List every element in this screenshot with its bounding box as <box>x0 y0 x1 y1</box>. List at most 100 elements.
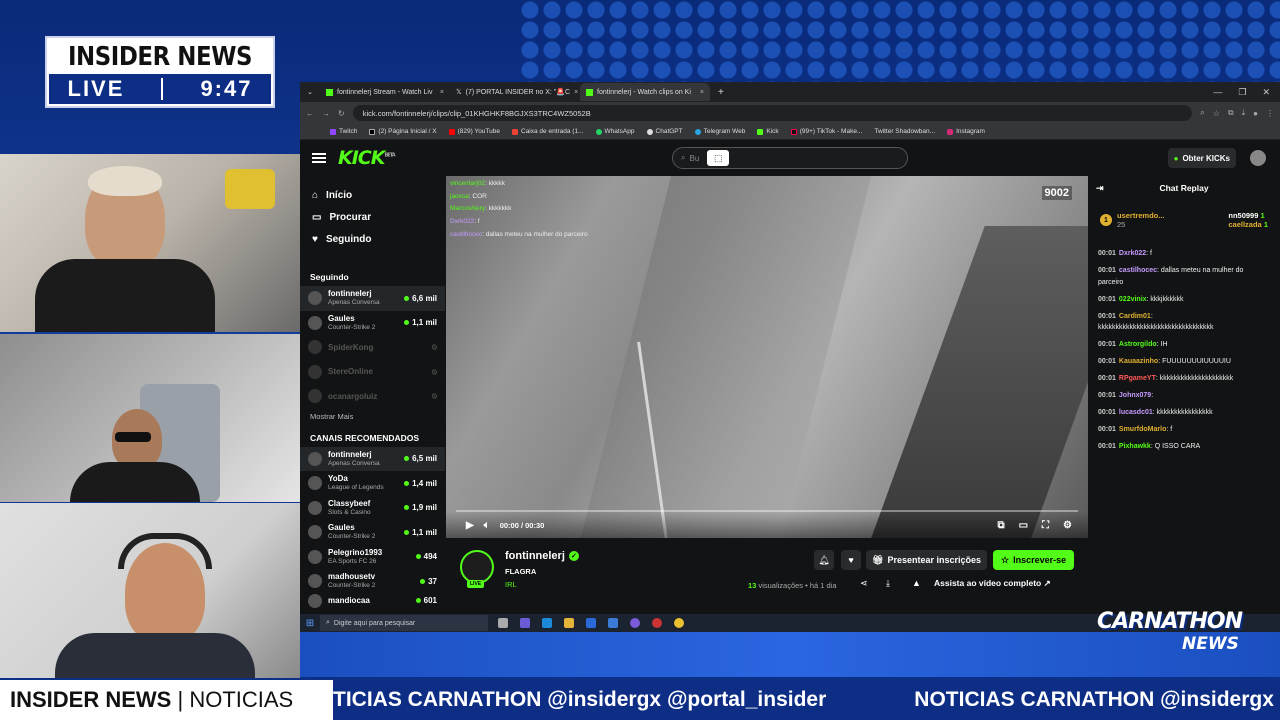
app-icon[interactable] <box>630 618 640 628</box>
recommended-channel[interactable]: YoDa League of Legends 1,4 mil <box>300 471 445 496</box>
bookmark-twitch[interactable]: Twitch <box>330 128 357 135</box>
reload-icon[interactable]: ↻ <box>338 109 345 118</box>
kick-logo[interactable]: KICKBETA <box>338 147 396 169</box>
chat-username[interactable]: castilhocec <box>1119 267 1157 274</box>
theater-icon[interactable]: ▭ <box>1019 520 1028 531</box>
watch-full-video-link[interactable]: Assista ao vídeo completo ↗ <box>934 578 1051 589</box>
nav-following[interactable]: ♥ Seguindo <box>300 228 445 250</box>
zoom-icon[interactable]: ⌕ <box>1200 108 1204 118</box>
search-input[interactable]: ⌕ Bu ⬚ <box>672 147 908 169</box>
chrome-icon[interactable] <box>674 618 684 628</box>
chat-username[interactable]: Dxrk022 <box>1119 250 1146 257</box>
pip-icon[interactable]: ⧉ <box>997 520 1004 531</box>
notification-bell-button[interactable]: 🔔︎ <box>814 550 834 570</box>
leader-second[interactable]: nn50999 1 <box>1228 211 1268 220</box>
leader-first[interactable]: usertremdo... 25 <box>1117 211 1165 229</box>
recommended-channel[interactable]: mandiocaa 601 <box>300 593 445 608</box>
clip-category[interactable]: IRL <box>505 580 517 589</box>
bookmark-whatsapp[interactable]: WhatsApp <box>595 128 635 135</box>
chat-username[interactable]: 022vinix <box>1119 296 1147 303</box>
tab-clips[interactable]: fontinnelerj - Watch clips on Ki × <box>580 83 710 101</box>
file-explorer-icon[interactable] <box>564 618 574 628</box>
close-window-icon[interactable]: ✕ <box>1262 87 1270 98</box>
close-tab-icon[interactable]: × <box>440 89 444 96</box>
chat-username[interactable]: Johnx079 <box>1119 392 1151 399</box>
bookmark-youtube[interactable]: (829) YouTube <box>448 128 500 135</box>
close-tab-icon[interactable]: × <box>700 89 704 96</box>
recommended-channel[interactable]: fontinnelerj Apenas Conversa 6,5 mil <box>300 446 445 471</box>
store-icon[interactable] <box>586 618 596 628</box>
nav-home[interactable]: ⌂ Início <box>300 184 445 206</box>
volume-icon[interactable]: 🔈︎ <box>484 520 490 531</box>
channel-name: mandiocaa <box>328 596 370 605</box>
chat-username[interactable]: Pixhawkk <box>1119 443 1151 450</box>
chat-username[interactable]: RPgameYT <box>1119 375 1156 382</box>
bookmark-x[interactable]: (2) Página Inicial / X <box>369 128 437 135</box>
back-icon[interactable]: ← <box>306 109 314 118</box>
following-channel[interactable]: fontinnelerj Apenas Conversa 6,6 mil <box>300 286 445 311</box>
forward-icon[interactable]: → <box>322 109 330 118</box>
bookmark-shadowban[interactable]: Twitter Shadowban... <box>874 128 935 135</box>
chat-username[interactable]: Kauaazinho <box>1119 358 1158 365</box>
fullscreen-icon[interactable]: ⛶ <box>1042 520 1049 531</box>
gift-subs-button[interactable]: 🎁︎ Presentear inscrições <box>866 550 987 570</box>
chat-username[interactable]: SmurfdoMarlo <box>1119 426 1166 433</box>
live-dot-icon <box>404 295 410 301</box>
follow-heart-button[interactable]: ♥ <box>841 550 861 570</box>
following-channel-offline[interactable]: ocanargoluiz ⦸ <box>300 384 445 409</box>
recommended-channel[interactable]: Gaules Counter-Strike 2 1,1 mil <box>300 520 445 545</box>
get-kicks-button[interactable]: ● Obter KICKs <box>1167 148 1236 168</box>
subscribe-button[interactable]: ☆ Inscrever-se <box>993 550 1075 570</box>
recommended-channel[interactable]: madhousetv Counter-Strike 2 37 <box>300 569 445 594</box>
chat-username[interactable]: Astrorgildo <box>1119 341 1157 348</box>
copilot-icon[interactable] <box>520 618 530 628</box>
following-channel-offline[interactable]: StereOnline ⦸ <box>300 360 445 385</box>
url-field[interactable]: kick.com/fontinnelerj/clips/clip_01KHGHK… <box>352 105 1193 121</box>
bookmark-tiktok[interactable]: (99+) TikTok - Make... <box>790 128 862 135</box>
task-view-icon[interactable] <box>498 618 508 628</box>
tab-list-icon[interactable]: ⌄ <box>300 88 320 96</box>
maximize-icon[interactable]: ❐ <box>1238 87 1246 98</box>
minimize-icon[interactable]: — <box>1213 87 1222 98</box>
channel-avatar-large[interactable] <box>460 550 494 584</box>
following-channel-offline[interactable]: SpiderKong ⦸ <box>300 335 445 360</box>
obs-icon[interactable] <box>652 618 662 628</box>
recommended-channel[interactable]: Classybeef Slots & Casino 1,9 mil <box>300 496 445 521</box>
nav-browse[interactable]: ▭ Procurar <box>300 206 445 228</box>
play-icon[interactable]: ▶ <box>466 520 474 531</box>
video-player[interactable]: vincentarj02: kkkkk jaoxsa: COR MarcosNe… <box>446 176 1088 538</box>
user-avatar[interactable] <box>1250 150 1266 166</box>
report-icon[interactable]: ▲ <box>912 578 921 588</box>
channel-name[interactable]: fontinnelerj <box>505 550 565 562</box>
extensions-icon[interactable]: ⧉ <box>1228 108 1234 118</box>
tab-stream[interactable]: fontinnelerj Stream - Watch Liv × <box>320 83 450 101</box>
bookmark-chatgpt[interactable]: ChatGPT <box>646 128 683 135</box>
menu-icon[interactable]: ⋮ <box>1266 109 1274 118</box>
close-tab-icon[interactable]: × <box>574 89 578 96</box>
taskbar-search-input[interactable]: ⌕ Digite aqui para pesquisar <box>320 615 488 631</box>
bookmark-gmail[interactable]: Caixa de entrada (1... <box>512 128 584 135</box>
bookmark-telegram[interactable]: Telegram Web <box>694 128 745 135</box>
download-icon[interactable]: ⤓ <box>1242 108 1246 118</box>
new-tab-button[interactable]: + <box>710 87 732 98</box>
settings-icon[interactable]: ⚙ <box>1063 520 1072 531</box>
star-icon[interactable]: ☆ <box>1213 109 1220 118</box>
show-more-link[interactable]: Mostrar Mais <box>300 409 445 425</box>
gmail-icon <box>512 128 518 135</box>
edge-icon[interactable] <box>542 618 552 628</box>
bookmark-instagram[interactable]: Instagram <box>947 128 985 135</box>
menu-toggle-icon[interactable] <box>312 151 326 165</box>
share-icon[interactable]: ⋖ <box>860 578 868 589</box>
windows-start-icon[interactable]: ⊞ <box>300 618 320 629</box>
tab-x[interactable]: 𝕏 (7) PORTAL INSIDER no X: "🚨C × <box>450 83 580 101</box>
recommended-channel[interactable]: Pelegrino1993 EA Sports FC 26 494 <box>300 545 445 570</box>
chat-username[interactable]: lucasdc01 <box>1119 409 1153 416</box>
leader-third[interactable]: caellzada 1 <box>1228 220 1268 229</box>
following-channel[interactable]: Gaules Counter-Strike 2 1,1 mil <box>300 311 445 336</box>
collapse-chat-icon[interactable]: ⇥ <box>1096 183 1104 194</box>
chat-username[interactable]: Cardim01 <box>1119 313 1151 320</box>
download-icon[interactable]: ⤓ <box>886 578 890 589</box>
profile-icon[interactable]: ● <box>1253 109 1258 118</box>
mail-icon[interactable] <box>608 618 618 628</box>
bookmark-kick[interactable]: Kick <box>757 128 779 135</box>
